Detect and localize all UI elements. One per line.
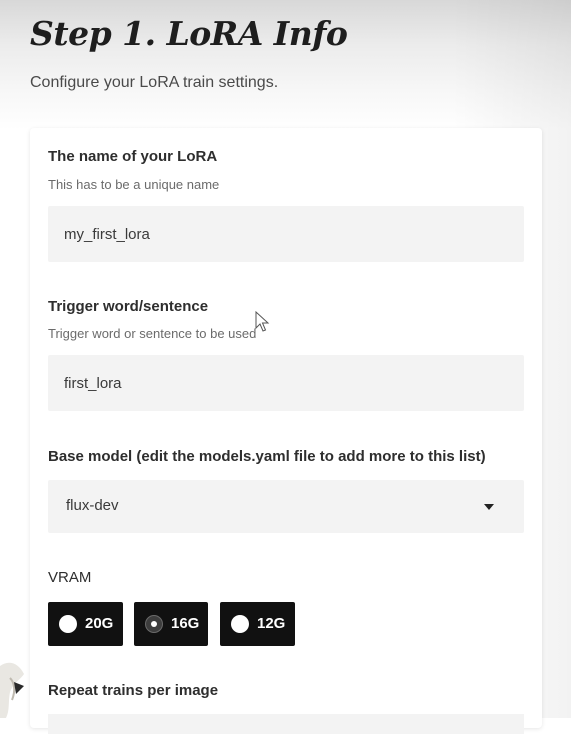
vram-option-label: 12G xyxy=(257,615,286,632)
trigger-word-hint: Trigger word or sentence to be used xyxy=(48,326,257,341)
vram-option-label: 20G xyxy=(85,615,114,632)
page-subtitle: Configure your LoRA train settings. xyxy=(30,74,279,91)
radio-unselected-icon xyxy=(231,615,249,633)
vram-option-label: 16G xyxy=(171,615,200,632)
radio-selected-icon xyxy=(145,615,163,633)
repeat-trains-label: Repeat trains per image xyxy=(48,682,219,699)
lora-name-hint: This has to be a unique name xyxy=(48,177,220,192)
trigger-word-input[interactable] xyxy=(48,355,524,411)
base-model-label: Base model (edit the models.yaml file to… xyxy=(48,448,486,465)
vram-label: VRAM xyxy=(48,569,92,586)
trigger-word-label: Trigger word/sentence xyxy=(48,298,209,315)
radio-unselected-icon xyxy=(59,615,77,633)
lora-name-input[interactable] xyxy=(48,206,524,262)
cursor-icon xyxy=(255,311,270,332)
vram-option-16g[interactable]: 16G xyxy=(134,602,208,646)
vram-option-12g[interactable]: 12G xyxy=(220,602,295,646)
repeat-trains-input[interactable] xyxy=(48,714,524,734)
base-model-select[interactable]: flux-dev xyxy=(48,480,524,533)
vram-option-20g[interactable]: 20G xyxy=(48,602,123,646)
lora-info-card: The name of your LoRA This has to be a u… xyxy=(30,128,542,734)
overlay-figure-image xyxy=(0,662,24,718)
page-title: Step 1. LoRA Info xyxy=(30,14,348,53)
base-model-selected-value: flux-dev xyxy=(66,497,119,514)
lora-name-label: The name of your LoRA xyxy=(48,148,218,165)
chevron-down-icon xyxy=(484,504,494,510)
